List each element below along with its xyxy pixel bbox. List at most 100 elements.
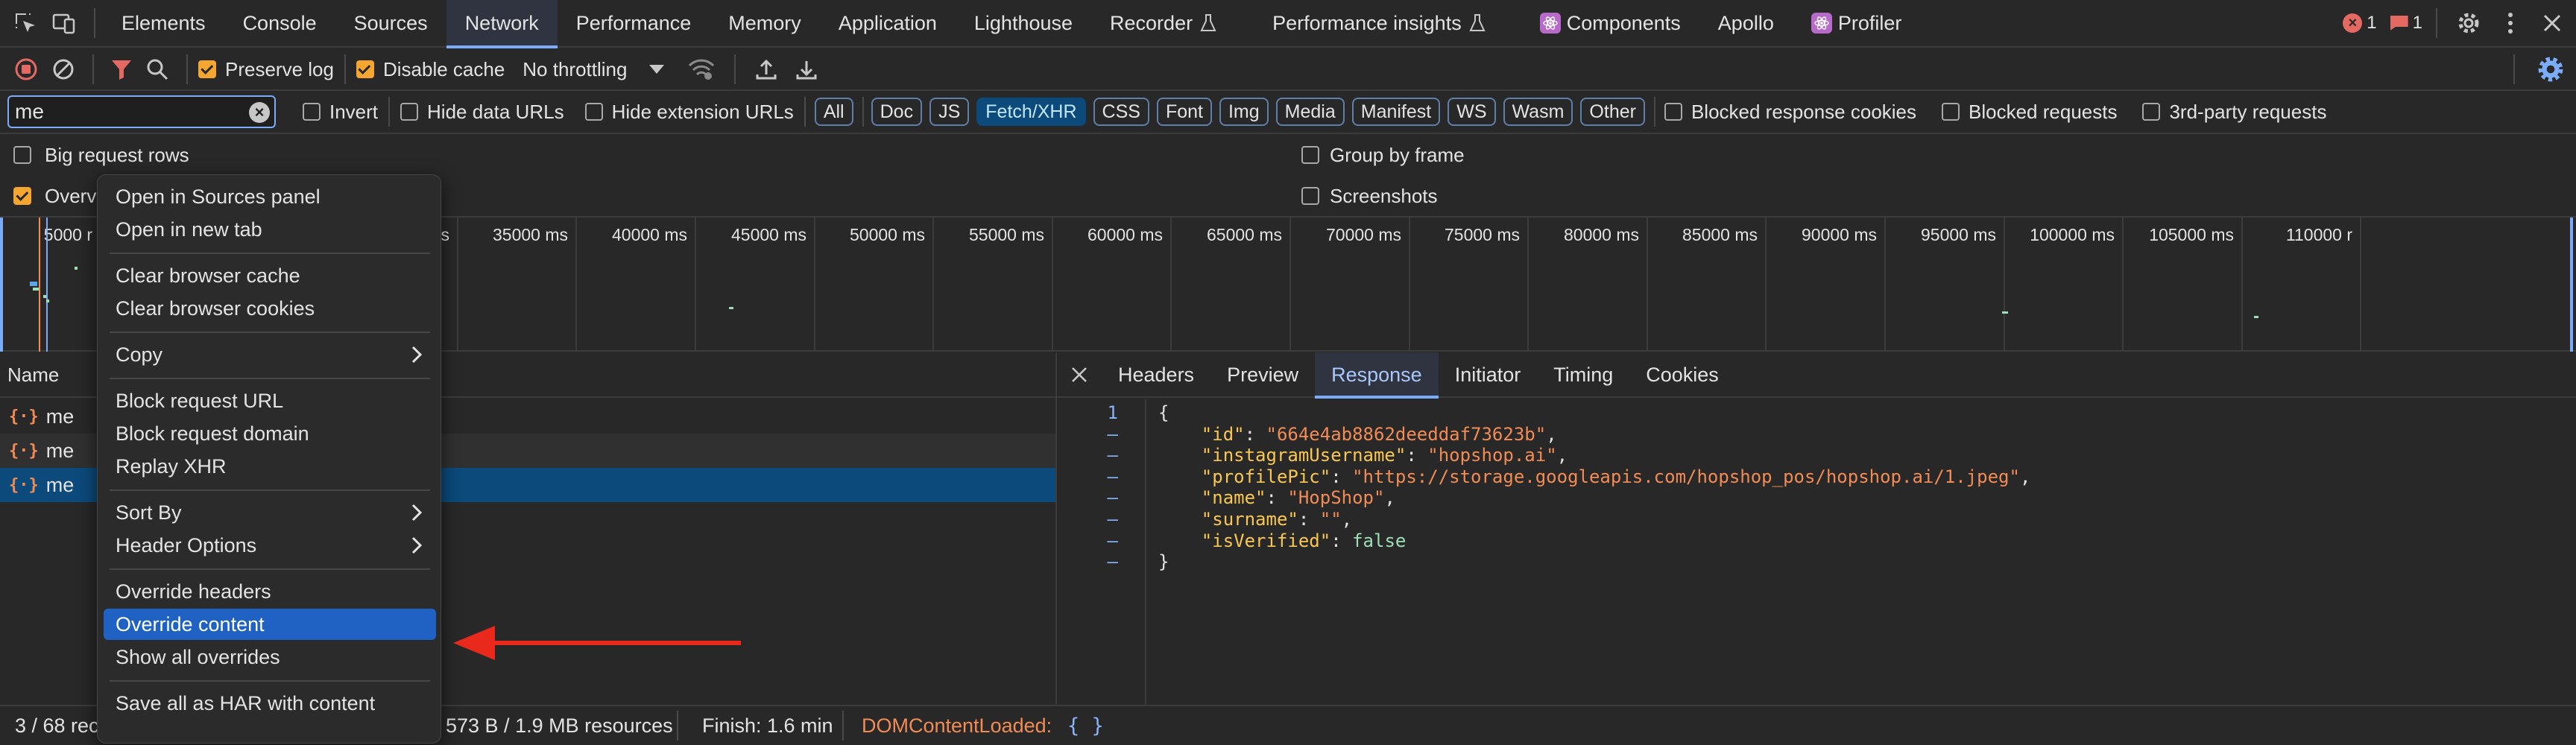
menu-item-open-in-sources-panel[interactable]: Open in Sources panel	[104, 181, 436, 212]
hide-data-urls-checkbox[interactable]	[400, 103, 419, 121]
hide-extension-urls-checkbox[interactable]	[584, 103, 603, 121]
menu-item-open-in-new-tab[interactable]: Open in new tab	[104, 214, 436, 245]
json-token: :	[1266, 487, 1288, 509]
menu-item-copy[interactable]: Copy	[104, 339, 436, 370]
menu-item-block-request-url[interactable]: Block request URL	[104, 385, 436, 416]
filter-chip-wasm[interactable]: Wasm	[1503, 98, 1573, 126]
response-body[interactable]: 1– – – – – – – { "id": "664e4ab8862deeddaf7362…	[1057, 399, 2576, 705]
detail-tab-cookies[interactable]: Cookies	[1629, 352, 1735, 397]
tab-label: Performance	[575, 11, 692, 34]
filter-input[interactable]: me ×	[7, 95, 276, 128]
device-toolbar-icon[interactable]	[45, 0, 83, 47]
filter-chip-doc[interactable]: Doc	[871, 98, 923, 126]
menu-item-save-all-as-har-with-content[interactable]: Save all as HAR with content	[104, 688, 436, 719]
tab-elements[interactable]: Elements	[103, 0, 224, 47]
filter-chip-js[interactable]: JS	[929, 98, 970, 126]
json-close-brace: }	[1158, 551, 1169, 573]
filter-chip-other[interactable]: Other	[1580, 98, 1645, 126]
menu-item-header-options[interactable]: Header Options	[104, 530, 436, 561]
menu-item-clear-browser-cache[interactable]: Clear browser cache	[104, 260, 436, 291]
json-key: "instagramUsername"	[1201, 445, 1407, 466]
menu-item-sort-by[interactable]: Sort By	[104, 497, 436, 528]
filter-chip-media[interactable]: Media	[1275, 98, 1345, 126]
network-settings-gear-icon[interactable]	[2530, 56, 2572, 83]
menu-item-label: Header Options	[116, 533, 257, 557]
tab-label: Console	[242, 11, 317, 34]
third-party-requests-checkbox[interactable]	[2142, 103, 2161, 121]
tab-profiler[interactable]: Profiler	[1793, 0, 1921, 47]
menu-item-clear-browser-cookies[interactable]: Clear browser cookies	[104, 293, 436, 324]
network-conditions-icon[interactable]	[679, 58, 724, 80]
blocked-response-cookies-checkbox[interactable]	[1664, 103, 1682, 121]
context-menu: Open in Sources panel Open in new tab Clea…	[97, 174, 441, 744]
menu-item-label: Override content	[116, 612, 265, 635]
tab-label: Components	[1566, 11, 1681, 34]
tab-label: Performance insights	[1272, 11, 1462, 34]
tab-memory[interactable]: Memory	[710, 0, 820, 47]
gear-icon[interactable]	[2448, 0, 2490, 47]
menu-item-show-all-overrides[interactable]: Show all overrides	[104, 641, 436, 673]
disable-cache-checkbox[interactable]	[356, 60, 374, 78]
tab-components[interactable]: Components	[1504, 0, 1699, 47]
screenshots-checkbox[interactable]	[1301, 187, 1319, 205]
inspect-element-icon[interactable]	[6, 0, 45, 47]
blocked-response-cookies-label: Blocked response cookies	[1690, 100, 1917, 123]
preserve-log-checkbox[interactable]	[198, 60, 216, 78]
errors-badge[interactable]: × 1	[2343, 13, 2377, 34]
detail-tab-timing[interactable]: Timing	[1537, 352, 1629, 397]
filter-chip-font[interactable]: Font	[1156, 98, 1212, 126]
tab-console[interactable]: Console	[224, 0, 335, 47]
show-overview-checkbox[interactable]	[13, 187, 31, 205]
close-icon[interactable]	[2531, 0, 2573, 47]
filter-chip-manifest[interactable]: Manifest	[1351, 98, 1441, 126]
filter-chip-ws[interactable]: WS	[1448, 98, 1496, 126]
filter-chip-img[interactable]: Img	[1219, 98, 1269, 126]
json-key: "surname"	[1201, 509, 1298, 530]
gutter-line-number: –	[1107, 445, 1118, 466]
panel-tab-bar: Elements Console Sources Network Perform…	[0, 0, 2576, 48]
json-line: "profilePic": "https://storage.googleapi…	[1158, 466, 2031, 487]
issues-badge[interactable]: 1	[2390, 13, 2422, 34]
tab-performance[interactable]: Performance	[558, 0, 710, 47]
record-stop-icon[interactable]	[7, 57, 45, 81]
filter-chip-fetch-xhr[interactable]: Fetch/XHR	[976, 98, 1086, 126]
filter-chip-css[interactable]: CSS	[1093, 98, 1149, 126]
tab-lighthouse[interactable]: Lighthouse	[956, 0, 1091, 47]
json-key: "id"	[1201, 423, 1245, 445]
more-options-icon[interactable]	[2490, 0, 2531, 47]
menu-item-override-headers[interactable]: Override headers	[104, 576, 436, 607]
big-request-rows-checkbox[interactable]	[13, 146, 31, 164]
export-har-icon[interactable]	[786, 58, 827, 80]
pretty-print-icon[interactable]: { }	[1067, 714, 1104, 738]
gutter-line-number: –	[1107, 423, 1118, 445]
menu-separator	[110, 253, 430, 254]
flask-icon	[1200, 13, 1216, 33]
tab-sources[interactable]: Sources	[335, 0, 446, 47]
clear-filter-icon[interactable]: ×	[249, 102, 270, 123]
tab-apollo[interactable]: Apollo	[1699, 0, 1793, 47]
detail-tab-headers[interactable]: Headers	[1102, 352, 1210, 397]
detail-tab-initiator[interactable]: Initiator	[1439, 352, 1538, 397]
tab-performance-insights[interactable]: Performance insights	[1235, 0, 1504, 47]
tab-application[interactable]: Application	[820, 0, 956, 47]
close-detail-icon[interactable]	[1057, 352, 1102, 397]
blocked-requests-checkbox[interactable]	[1942, 103, 1960, 121]
detail-tab-preview[interactable]: Preview	[1210, 352, 1315, 397]
clear-icon[interactable]	[45, 57, 82, 81]
json-line: {	[1158, 402, 1169, 423]
menu-item-replay-xhr[interactable]: Replay XHR	[104, 451, 436, 482]
search-icon[interactable]	[139, 58, 176, 80]
tab-network[interactable]: Network	[446, 0, 558, 48]
json-token: :	[1330, 530, 1353, 551]
throttling-select[interactable]: No throttling	[523, 58, 665, 81]
detail-tab-response[interactable]: Response	[1315, 352, 1439, 399]
filter-chip-all[interactable]: All	[814, 98, 853, 126]
menu-item-label: Replay XHR	[116, 454, 227, 478]
import-har-icon[interactable]	[746, 58, 786, 80]
menu-item-override-content[interactable]: Override content	[104, 609, 436, 640]
invert-checkbox[interactable]	[303, 103, 321, 121]
group-by-frame-checkbox[interactable]	[1301, 146, 1319, 164]
menu-item-block-request-domain[interactable]: Block request domain	[104, 418, 436, 449]
tab-recorder[interactable]: Recorder	[1091, 0, 1235, 47]
filter-icon[interactable]	[104, 58, 139, 80]
